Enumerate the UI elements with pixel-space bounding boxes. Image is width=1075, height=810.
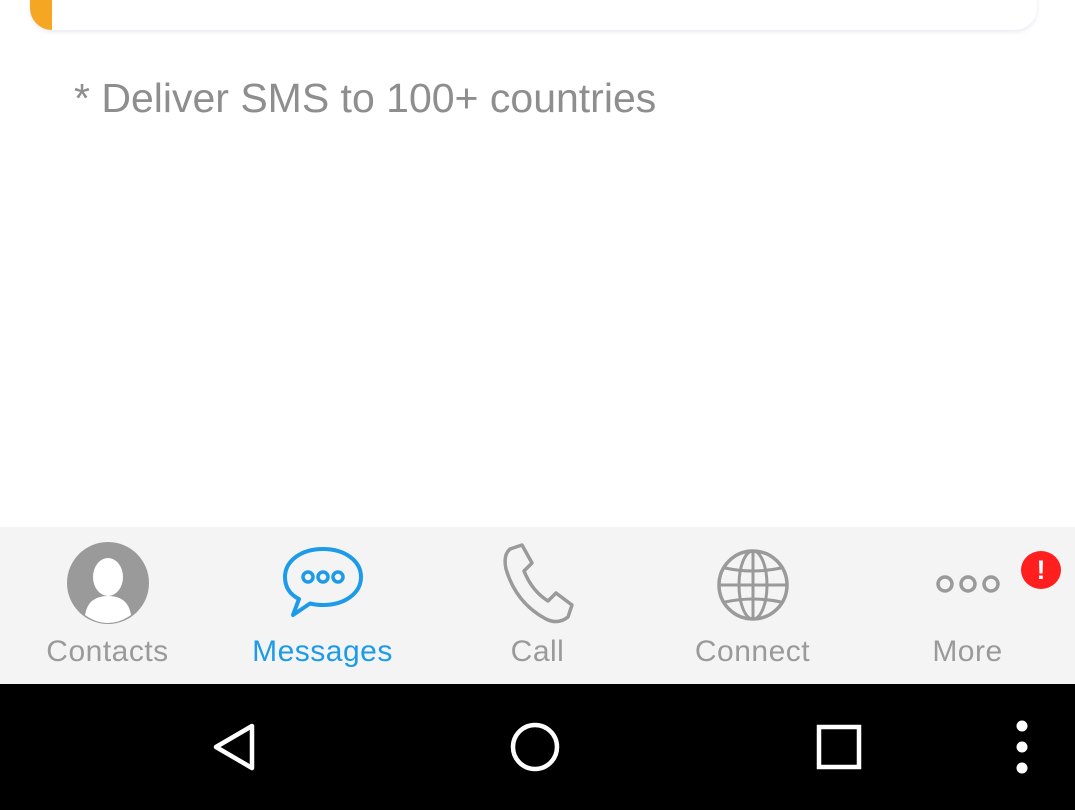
tab-more-label: More bbox=[932, 635, 1003, 668]
home-circle-icon bbox=[510, 722, 560, 772]
globe-icon bbox=[703, 541, 803, 625]
back-button[interactable] bbox=[198, 714, 268, 780]
overflow-menu-button[interactable] bbox=[987, 714, 1057, 780]
tab-contacts-label: Contacts bbox=[46, 635, 169, 668]
tab-messages[interactable]: Messages bbox=[215, 527, 430, 684]
back-triangle-icon bbox=[213, 723, 255, 771]
tab-call[interactable]: Call bbox=[430, 527, 645, 684]
top-card[interactable] bbox=[30, 0, 1037, 30]
recents-button[interactable] bbox=[804, 714, 874, 780]
card-accent-bar bbox=[30, 0, 52, 30]
sms-feature-note: * Deliver SMS to 100+ countries bbox=[74, 75, 657, 121]
tab-messages-label: Messages bbox=[252, 635, 393, 668]
home-button[interactable] bbox=[500, 714, 570, 780]
more-dots-icon bbox=[918, 541, 1018, 625]
chat-bubble-icon bbox=[273, 541, 373, 625]
tab-connect[interactable]: Connect bbox=[645, 527, 860, 684]
system-nav-bar bbox=[0, 684, 1075, 810]
tab-call-label: Call bbox=[510, 635, 565, 668]
phone-icon bbox=[488, 541, 588, 625]
person-icon bbox=[58, 541, 158, 625]
bottom-tab-bar: Contacts Messages Call Connect More bbox=[0, 527, 1075, 684]
more-alert-badge: ! bbox=[1021, 551, 1061, 589]
overflow-menu-icon bbox=[1016, 720, 1028, 774]
tab-contacts[interactable]: Contacts bbox=[0, 527, 215, 684]
tab-connect-label: Connect bbox=[694, 635, 811, 668]
recents-square-icon bbox=[816, 724, 862, 770]
